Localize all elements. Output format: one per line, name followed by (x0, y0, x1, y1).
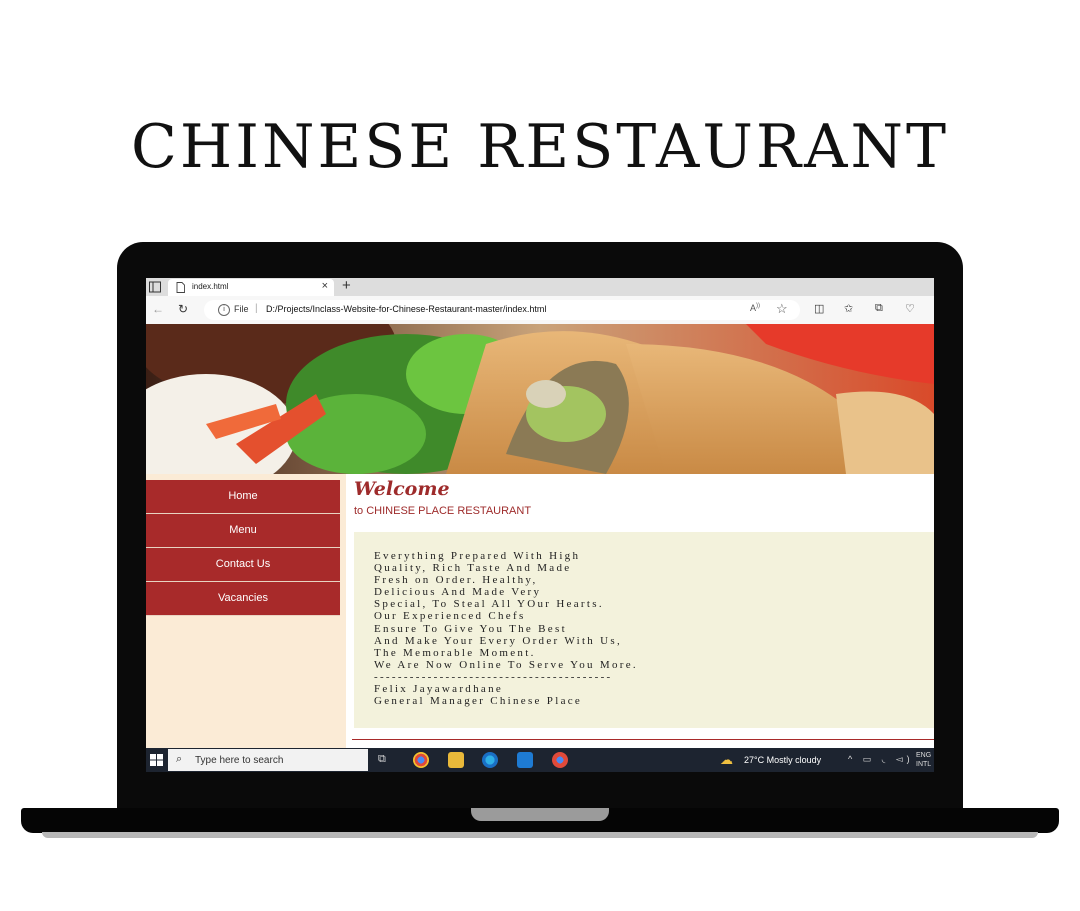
read-aloud-icon[interactable]: A)) (750, 303, 760, 313)
weather-text[interactable]: 27°C Mostly cloudy (744, 755, 821, 765)
laptop-foot (42, 832, 1038, 838)
nav-home[interactable]: Home (146, 480, 340, 514)
new-tab-icon[interactable]: + (342, 278, 351, 294)
edge-icon[interactable] (482, 752, 498, 768)
intro-line: And Make Your Every Order With Us, (374, 634, 623, 647)
address-bar-row: ← ↻ i File | D:/Projects/Inclass-Website… (146, 296, 934, 325)
refresh-icon[interactable]: ↻ (178, 302, 188, 316)
search-placeholder: Type here to search (195, 755, 284, 766)
file-explorer-icon[interactable] (448, 752, 464, 768)
nav-contact-us[interactable]: Contact Us (146, 548, 340, 582)
search-icon: ⌕ (176, 753, 183, 765)
signature-name: Felix Jayawardhane (374, 683, 504, 696)
back-icon[interactable]: ← (152, 302, 164, 316)
chrome-icon[interactable] (413, 752, 429, 768)
split-screen-icon[interactable]: ◫ (814, 302, 824, 315)
language-code: ENG (916, 752, 932, 759)
language-layout: INTL (916, 761, 932, 768)
intro-line: The Memorable Moment. (374, 646, 536, 659)
hero-banner-image (146, 324, 934, 474)
close-tab-icon[interactable]: × (322, 280, 328, 292)
collections-icon[interactable]: ⧉ (875, 302, 883, 315)
intro-line: Fresh on Order. Healthy, (374, 574, 538, 587)
laptop-notch (471, 808, 609, 821)
intro-line: Special, To Steal All YOur Hearts. (374, 598, 604, 611)
document-icon (176, 282, 185, 293)
welcome-heading: Welcome (354, 478, 450, 500)
language-indicator[interactable]: ENG INTL (916, 751, 931, 769)
windows-taskbar: ⌕ Type here to search ⧉ ☁ 27°C Mostly cl… (146, 748, 934, 772)
nav-menu[interactable]: Menu (146, 514, 340, 548)
intro-line: Everything Prepared With High (374, 550, 581, 562)
vscode-icon[interactable] (517, 752, 533, 768)
intro-line: Ensure To Give You The Best (374, 622, 567, 635)
intro-line: Our Experienced Chefs (374, 610, 526, 623)
main-content: Welcome to CHINESE PLACE RESTAURANT Ever… (346, 474, 934, 748)
intro-line: Quality, Rich Taste And Made (374, 562, 572, 575)
intro-divider: ---------------------------------------- (374, 670, 613, 683)
browser-essentials-icon[interactable]: ♡ (905, 302, 915, 315)
task-view-icon[interactable]: ⧉ (378, 753, 394, 769)
favorite-star-icon[interactable]: ☆ (776, 301, 788, 317)
chrome-alt-icon[interactable] (552, 752, 568, 768)
system-tray-icons[interactable]: ^ ▭ ◟ ◅) (848, 754, 914, 765)
tab-title: index.html (192, 282, 229, 291)
welcome-subtitle: to CHINESE PLACE RESTAURANT (354, 505, 532, 517)
favorites-icon[interactable]: ✩ (844, 302, 853, 315)
intro-line: We Are Now Online To Serve You More. (374, 658, 638, 671)
intro-text: Everything Prepared With High Quality, R… (374, 550, 638, 707)
page-title: CHINESE RESTAURANT (131, 112, 949, 182)
url-scheme: File (234, 304, 249, 314)
laptop-screen: index.html × + ← ↻ i File | D:/Projects/… (146, 278, 934, 772)
url-text[interactable]: D:/Projects/Inclass-Website-for-Chinese-… (266, 304, 546, 314)
browser-tab[interactable]: index.html × (168, 279, 334, 296)
windows-start-icon[interactable] (146, 748, 168, 772)
url-separator: | (255, 303, 258, 314)
address-bar[interactable]: i File | D:/Projects/Inclass-Website-for… (204, 300, 800, 320)
weather-cloud-icon: ☁ (720, 752, 733, 767)
intro-box: Everything Prepared With High Quality, R… (354, 532, 934, 728)
divider-line (352, 739, 934, 740)
intro-line: Delicious And Made Very (374, 586, 542, 599)
signature-title: General Manager Chinese Place (374, 695, 583, 708)
browser-tab-bar: index.html × + (146, 278, 934, 296)
sidebar: Home Menu Contact Us Vacancies (146, 474, 346, 748)
tab-actions-icon[interactable] (148, 280, 162, 294)
taskbar-search[interactable]: ⌕ Type here to search (168, 749, 368, 771)
nav-vacancies[interactable]: Vacancies (146, 582, 340, 616)
info-icon[interactable]: i (218, 304, 230, 316)
